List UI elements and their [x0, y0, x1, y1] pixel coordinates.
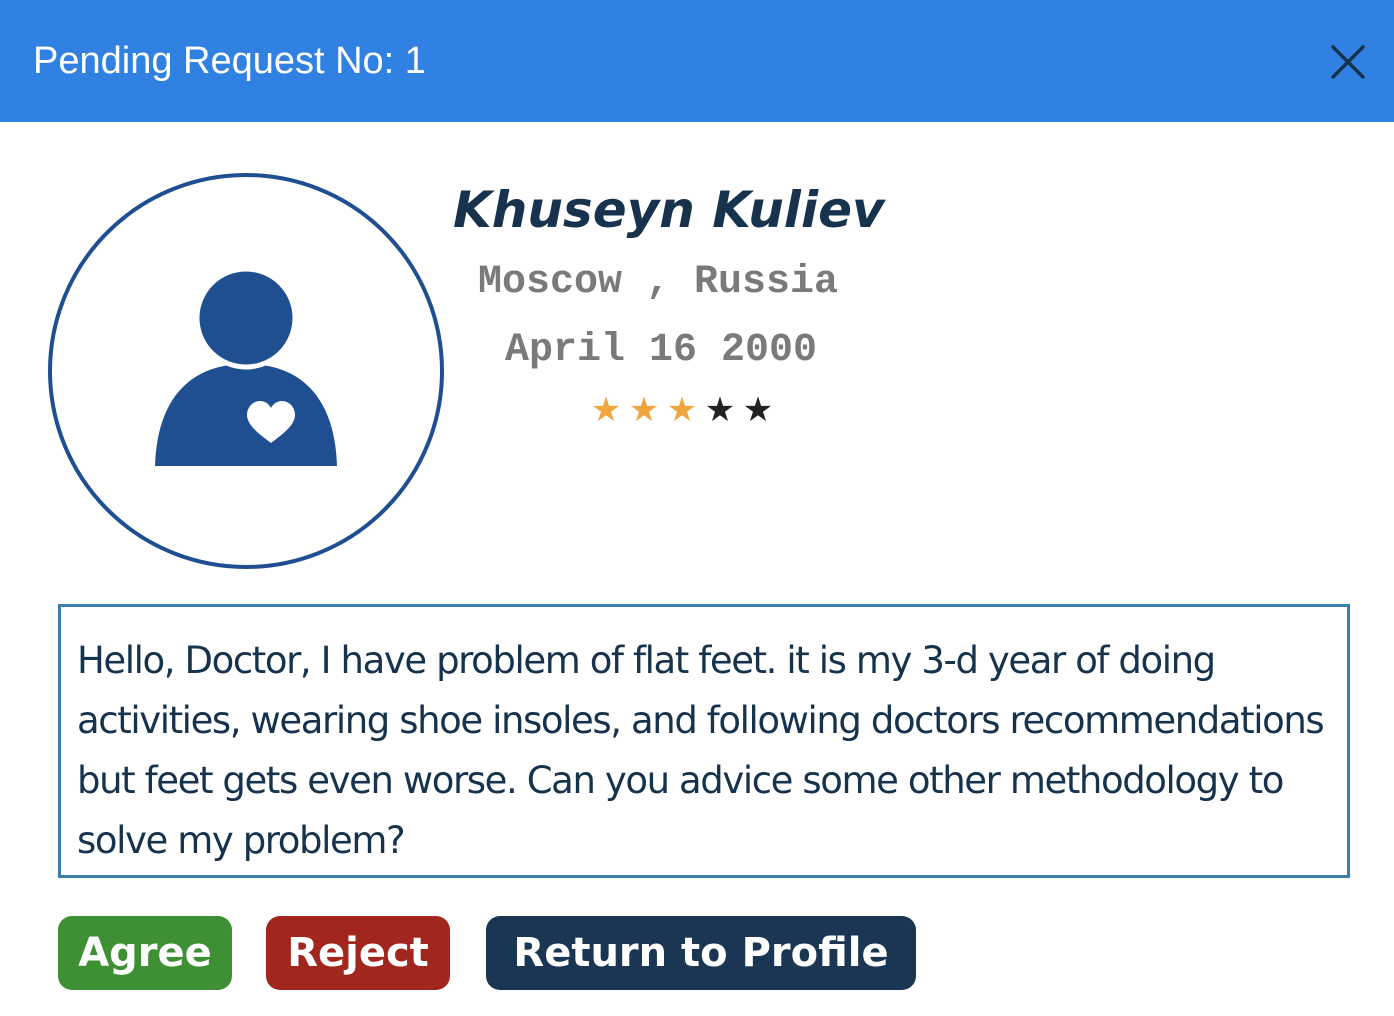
return-to-profile-button[interactable]: Return to Profile: [486, 916, 916, 990]
agree-button[interactable]: Agree: [58, 916, 232, 990]
modal-header: Pending Request No: 1: [0, 0, 1394, 122]
avatar: [47, 172, 445, 570]
star-empty-icon: ★: [704, 390, 736, 430]
close-button[interactable]: [1324, 38, 1372, 86]
star-filled-icon: ★: [628, 390, 660, 430]
star-empty-icon: ★: [742, 390, 774, 430]
star-rating: ★ ★ ★ ★ ★: [589, 393, 775, 427]
reject-button[interactable]: Reject: [266, 916, 450, 990]
star-filled-icon: ★: [666, 390, 698, 430]
pending-request-modal: Pending Request No: 1 Khuseyn Kuliev Mos…: [0, 0, 1394, 1016]
profile-location: Moscow , Russia: [478, 260, 839, 305]
user-heart-icon: [48, 173, 444, 569]
message-text: Hello, Doctor, I have problem of flat fe…: [77, 639, 1325, 862]
message-box: Hello, Doctor, I have problem of flat fe…: [58, 604, 1350, 878]
profile-name: Khuseyn Kuliev: [453, 181, 885, 239]
modal-title: Pending Request No: 1: [33, 40, 426, 82]
star-filled-icon: ★: [590, 390, 622, 430]
profile-date: April 16 2000: [505, 328, 818, 373]
close-icon: [1331, 45, 1365, 79]
